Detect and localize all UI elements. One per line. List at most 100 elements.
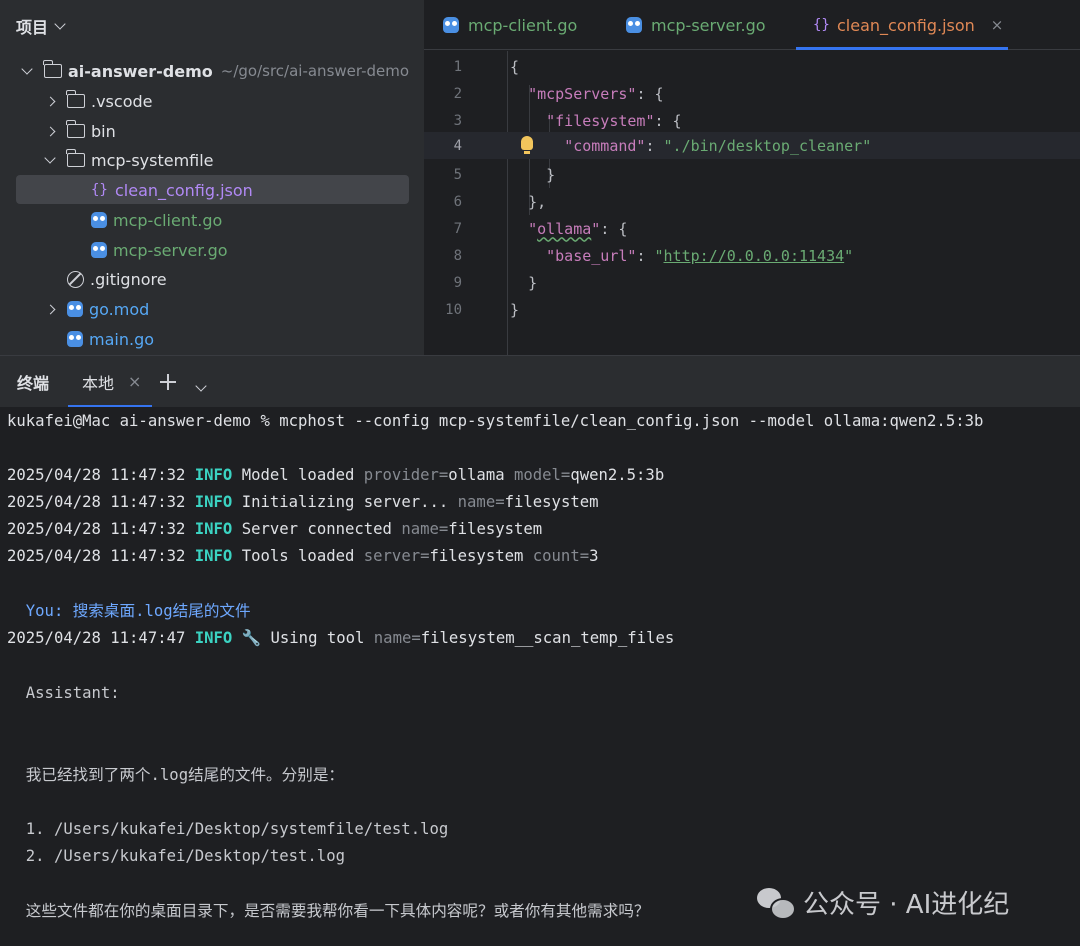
tree-item-vscode[interactable]: .vscode — [43, 87, 152, 115]
line-number: 4 — [453, 137, 462, 154]
log-line: 2025/04/28 11:47:32 INFO Server connecte… — [7, 516, 542, 543]
chevron-down-icon — [54, 17, 66, 30]
tree-item-go-mod[interactable]: go.mod — [43, 295, 149, 323]
terminal-output[interactable]: kukafei@Mac ai-answer-demo % mcphost --c… — [0, 407, 1080, 946]
root-folder-label: ai-answer-demo — [68, 61, 213, 81]
terminal-options-button[interactable] — [195, 375, 207, 394]
tab-mcp-server[interactable]: mcp-server.go — [626, 0, 766, 50]
log-level: INFO — [194, 493, 233, 511]
log-line: 2025/04/28 11:47:32 INFO Initializing se… — [7, 489, 599, 516]
tree-item-mcp-systemfile[interactable]: mcp-systemfile — [43, 146, 214, 174]
chevron-right-icon[interactable] — [45, 126, 55, 136]
tree-item-label: main.go — [89, 329, 155, 349]
assistant-question: 这些文件都在你的桌面目录下，是否需要我帮你看一下具体内容呢？或者你有其他需求吗？ — [7, 902, 650, 920]
user-prompt-line: You: 搜索桌面.log结尾的文件 — [7, 602, 251, 620]
assistant-answer: 我已经找到了两个.log结尾的文件。分别是： — [7, 766, 345, 784]
json-key: "filesystem" — [546, 111, 655, 130]
tree-item-gitignore[interactable]: .gitignore — [67, 265, 167, 293]
new-terminal-icon[interactable] — [160, 373, 176, 390]
code-line-current: 4 "command": "./bin/desktop_cleaner" — [424, 132, 1080, 159]
code-editor[interactable]: 1 { 2 "mcpServers": { 3 "filesystem": { … — [424, 51, 1080, 355]
json-string: " — [844, 246, 854, 265]
json-key: "command" — [564, 136, 646, 155]
project-panel: 项目 ai-answer-demo ~/go/src/ai-answer-dem… — [0, 0, 424, 355]
log-key: count= — [532, 547, 590, 565]
go-file-icon — [443, 17, 459, 33]
code-text: : — [645, 136, 664, 155]
log-timestamp: 2025/04/28 11:47:47 — [7, 629, 195, 647]
log-timestamp: 2025/04/28 11:47:32 — [7, 520, 195, 538]
folder-icon — [66, 90, 85, 108]
json-string: "./bin/desktop_cleaner" — [663, 136, 872, 155]
tree-item-label: clean_config.json — [115, 180, 253, 200]
code-line: 3 "filesystem": { — [424, 107, 1080, 134]
tab-clean-config[interactable]: {} clean_config.json × — [813, 0, 1003, 50]
chevron-right-icon[interactable] — [45, 304, 55, 314]
code-line: 8 "base_url": "http://0.0.0.0:11434" — [424, 242, 1080, 269]
active-tab-indicator — [796, 47, 1008, 50]
tree-item-label: mcp-systemfile — [91, 150, 214, 170]
log-level: INFO — [194, 520, 233, 538]
code-text: : { — [600, 219, 628, 238]
chevron-down-icon[interactable] — [21, 62, 33, 75]
log-value: ollama — [448, 466, 514, 484]
log-value: 3 — [589, 547, 599, 565]
code-text: }, — [528, 192, 547, 211]
log-line: 2025/04/28 11:47:47 INFO 🔧 Using tool na… — [7, 625, 674, 652]
tree-item-mcp-client[interactable]: mcp-client.go — [91, 206, 222, 234]
tree-item-label: mcp-server.go — [113, 240, 228, 260]
code-text: : { — [636, 84, 664, 103]
log-key: model= — [513, 466, 571, 484]
tab-label: mcp-client.go — [468, 15, 578, 35]
folder-icon — [43, 60, 62, 78]
assistant-label: Assistant: — [7, 684, 120, 702]
url-link[interactable]: http://0.0.0.0:11434 — [664, 247, 845, 265]
watermark: 公众号 · AI进化纪 — [757, 884, 1009, 921]
watermark-text: 公众号 · AI进化纪 — [803, 890, 1010, 920]
log-line: 2025/04/28 11:47:32 INFO Model loaded pr… — [7, 462, 664, 489]
log-line: 2025/04/28 11:47:32 INFO Tools loaded se… — [7, 543, 599, 570]
tree-item-bin[interactable]: bin — [43, 117, 116, 145]
gitignore-icon — [67, 270, 84, 288]
tree-item-root[interactable]: ai-answer-demo ~/go/src/ai-answer-demo — [20, 57, 409, 85]
json-key: " — [591, 219, 601, 238]
json-key: " — [528, 219, 538, 238]
log-value: filesystem — [504, 493, 599, 511]
log-message: 🔧 Using tool — [232, 629, 374, 647]
terminal-tab-local[interactable]: 本地 × — [82, 370, 141, 394]
tab-mcp-client[interactable]: mcp-client.go — [443, 0, 577, 50]
project-header[interactable]: 项目 — [16, 14, 66, 38]
close-terminal-tab-icon[interactable]: × — [128, 372, 141, 391]
log-message: Model loaded — [232, 466, 364, 484]
code-line: 10 } — [424, 296, 1080, 323]
json-file-icon: {} — [813, 17, 830, 33]
go-file-icon — [91, 242, 107, 258]
tree-item-clean-config[interactable]: {} clean_config.json — [91, 176, 253, 204]
code-text: } — [510, 300, 520, 319]
tree-item-mcp-server[interactable]: mcp-server.go — [91, 236, 228, 264]
code-line: 1 { — [424, 53, 1080, 80]
json-key: "mcpServers" — [528, 84, 637, 103]
line-number: 1 — [453, 58, 462, 75]
log-message: Initializing server... — [232, 493, 458, 511]
tree-item-label: mcp-client.go — [113, 210, 223, 230]
chevron-down-icon[interactable] — [44, 151, 56, 164]
code-text: : — [636, 246, 655, 265]
terminal-tab-label: 本地 — [82, 373, 115, 393]
tree-item-label: .gitignore — [90, 269, 167, 289]
log-value: filesystem__scan_temp_files — [420, 629, 675, 647]
folder-icon — [66, 120, 85, 138]
code-text: { — [510, 57, 520, 76]
code-line: 7 "ollama": { — [424, 215, 1080, 242]
json-key: "base_url" — [546, 246, 637, 265]
log-level: INFO — [194, 466, 233, 484]
line-number: 10 — [445, 301, 462, 318]
chevron-right-icon[interactable] — [45, 96, 55, 106]
log-level: INFO — [194, 629, 233, 647]
json-string: " — [654, 246, 664, 265]
tree-item-main-go[interactable]: main.go — [67, 325, 154, 353]
close-tab-icon[interactable]: × — [991, 16, 1004, 34]
code-text: } — [528, 273, 538, 292]
folder-icon — [66, 149, 85, 167]
line-number: 8 — [453, 247, 462, 264]
